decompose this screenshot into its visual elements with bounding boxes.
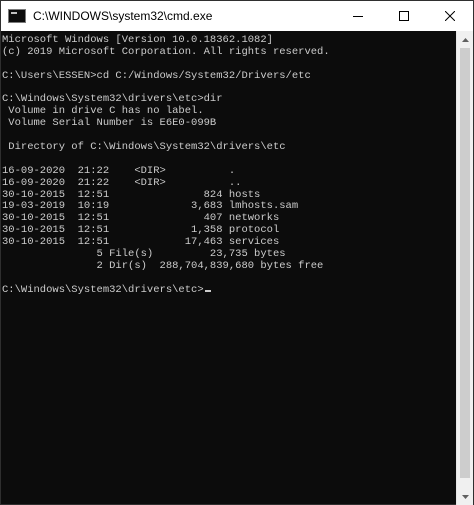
console-line-text: C:\Windows\System32\drivers\etc>dir xyxy=(2,93,223,106)
console-line-text: 16-09-2020 21:22 <DIR> .. xyxy=(2,176,242,189)
scroll-up-button[interactable] xyxy=(457,31,474,48)
console-line-text: 30-10-2015 12:51 824 hosts xyxy=(2,188,261,201)
console-line-text: C:\Windows\System32\drivers\etc> xyxy=(2,283,204,296)
console-line-text: 5 File(s) 23,735 bytes xyxy=(2,248,286,261)
console-line: C:\Users\ESSEN>cd C:/Windows/System32/Dr… xyxy=(2,69,456,83)
console-output[interactable]: Microsoft Windows [Version 10.0.18362.10… xyxy=(1,31,456,505)
console-line-text: 30-10-2015 12:51 17,463 services xyxy=(2,236,280,249)
minimize-button[interactable] xyxy=(335,1,381,31)
maximize-icon xyxy=(399,11,409,21)
text-cursor xyxy=(204,289,211,292)
maximize-button[interactable] xyxy=(381,1,427,31)
console-line-text: (c) 2019 Microsoft Corporation. All righ… xyxy=(2,45,330,58)
scroll-thumb[interactable] xyxy=(460,48,470,478)
console-line: (c) 2019 Microsoft Corporation. All righ… xyxy=(2,45,456,59)
console-line-text: Directory of C:\Windows\System32\drivers… xyxy=(2,141,286,154)
console-line-text: 19-03-2019 10:19 3,683 lmhosts.sam xyxy=(2,200,299,213)
cmd-icon[interactable] xyxy=(8,9,26,23)
cmd-window: C:\WINDOWS\system32\cmd.exe Microsoft Wi… xyxy=(0,0,474,505)
console-line-text: C:\Users\ESSEN>cd C:/Windows/System32/Dr… xyxy=(2,69,311,82)
console-line: Directory of C:\Windows\System32\drivers… xyxy=(2,141,456,154)
console-line-text: 30-10-2015 12:51 407 networks xyxy=(2,212,280,225)
close-icon xyxy=(445,11,455,21)
console-line-text: 30-10-2015 12:51 1,358 protocol xyxy=(2,224,280,237)
console-line-text: Microsoft Windows [Version 10.0.18362.10… xyxy=(2,34,273,46)
console-line-text: 16-09-2020 21:22 <DIR> . xyxy=(2,164,236,177)
console-line: 2 Dir(s) 288,704,839,680 bytes free xyxy=(2,259,456,273)
title-bar[interactable]: C:\WINDOWS\system32\cmd.exe xyxy=(1,1,473,31)
console-line-text: Volume Serial Number is E6E0-099B xyxy=(2,117,217,130)
minimize-icon xyxy=(353,16,363,17)
scroll-up-arrow-icon xyxy=(462,37,469,42)
console-line: C:\Windows\System32\drivers\etc> xyxy=(2,283,456,297)
close-button[interactable] xyxy=(427,1,473,31)
console-line: Volume Serial Number is E6E0-099B xyxy=(2,117,456,130)
console-line-text: Volume in drive C has no label. xyxy=(2,105,204,118)
console-line-text: 2 Dir(s) 288,704,839,680 bytes free xyxy=(2,259,324,272)
scroll-down-button[interactable] xyxy=(457,488,474,505)
vertical-scrollbar[interactable] xyxy=(456,31,473,505)
scroll-down-arrow-icon xyxy=(462,494,469,499)
window-title: C:\WINDOWS\system32\cmd.exe xyxy=(33,9,213,23)
